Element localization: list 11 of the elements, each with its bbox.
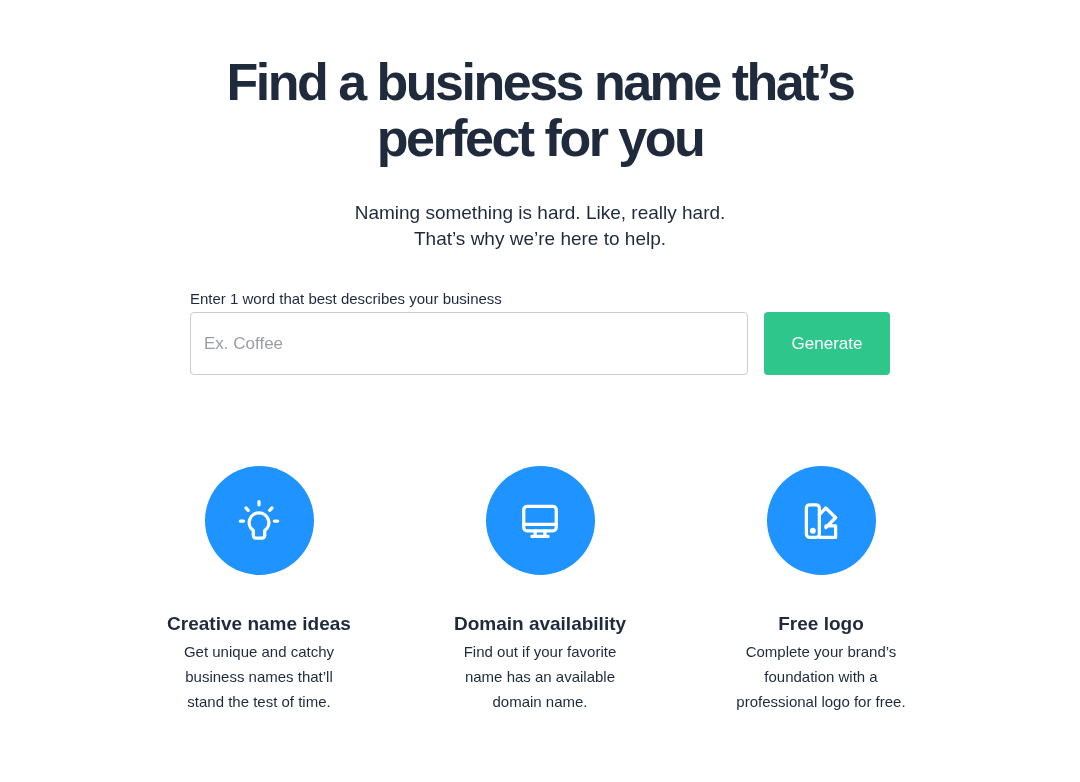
feature-description: Complete your brand’s foundation with a professional logo for free. (736, 642, 906, 712)
feature-description: Get unique and catchy business names that’ll stand the test of time. (183, 642, 335, 712)
field-label: Enter 1 word that best describes your business (190, 289, 502, 309)
subtitle: Naming something is hard. Like, really hard. That’s why we’re here to help. (354, 201, 726, 251)
generate-button[interactable]: Generate (764, 312, 890, 375)
headline: Find a business name that’s perfect for you (226, 54, 854, 166)
input-field[interactable]: Ex. Coffee (190, 312, 748, 375)
feature-title: Domain availability (453, 612, 627, 636)
feature-title: Free logo (778, 612, 864, 636)
feature-title: Creative name ideas (167, 612, 351, 636)
feature-description: Find out if your favorite name has an available domain name. (463, 642, 617, 712)
